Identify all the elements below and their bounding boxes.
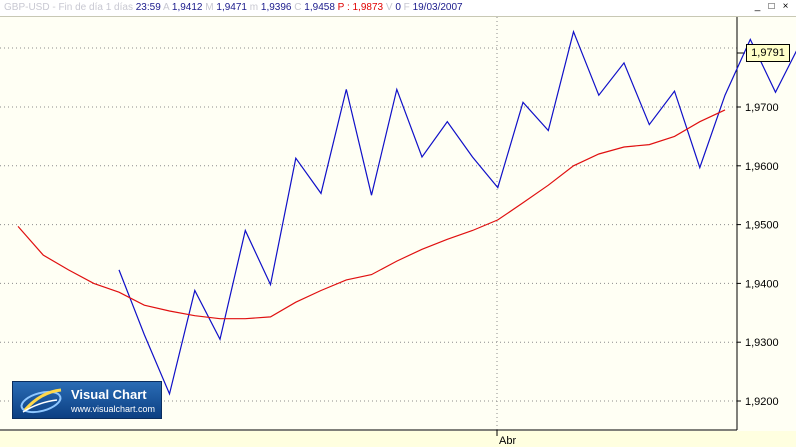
chart-series: [17, 29, 796, 396]
y-tick-label: 1,9400: [745, 278, 779, 290]
y-tick-label: 1,9200: [745, 396, 779, 408]
high-value: 1,9471: [216, 2, 247, 13]
y-tick-label: 1,9600: [745, 161, 779, 173]
quote-info: GBP-USD - Fin de día 1 días 23:59 A 1,94…: [4, 2, 463, 14]
high-label: M: [205, 2, 214, 13]
close-button[interactable]: ×: [780, 2, 791, 13]
volume-value: 0: [395, 2, 401, 13]
logo-url: www.visualchart.com: [71, 404, 156, 414]
symbol-label: GBP-USD - Fin de día 1 días: [4, 2, 133, 13]
close-value: 1,9458: [304, 2, 335, 13]
last-label: P :: [337, 2, 350, 13]
y-tick-label: 1,9300: [745, 337, 779, 349]
visual-chart-logo[interactable]: Visual Chart www.visualchart.com: [12, 381, 162, 419]
x-tick-label: Abr: [499, 435, 516, 447]
open-label: A: [163, 2, 170, 13]
close-label: C: [294, 2, 302, 13]
x-axis-band: [0, 431, 796, 447]
moving-average-line: [17, 109, 726, 320]
time-value: 23:59: [135, 2, 161, 13]
chart-grid: [0, 17, 737, 430]
open-value: 1,9412: [171, 2, 203, 13]
date-value: 19/03/2007: [412, 2, 463, 13]
chart-header: GBP-USD - Fin de día 1 días 23:59 A 1,94…: [0, 0, 796, 17]
logo-swoosh-icon: [20, 388, 62, 414]
logo-title: Visual Chart: [71, 387, 147, 402]
volume-label: V: [385, 2, 393, 13]
last-value: 1,9873: [352, 2, 384, 13]
minimize-button[interactable]: _: [752, 2, 763, 13]
date-label: F: [403, 2, 410, 13]
low-value: 1,9396: [260, 2, 292, 13]
price-series-line: [118, 29, 796, 396]
low-label: m: [249, 2, 259, 13]
y-tick-label: 1,9500: [745, 220, 779, 232]
y-tick-label: 1,9700: [745, 102, 779, 114]
restore-button[interactable]: □: [766, 2, 777, 13]
current-price-marker: 1,9791: [746, 44, 790, 62]
